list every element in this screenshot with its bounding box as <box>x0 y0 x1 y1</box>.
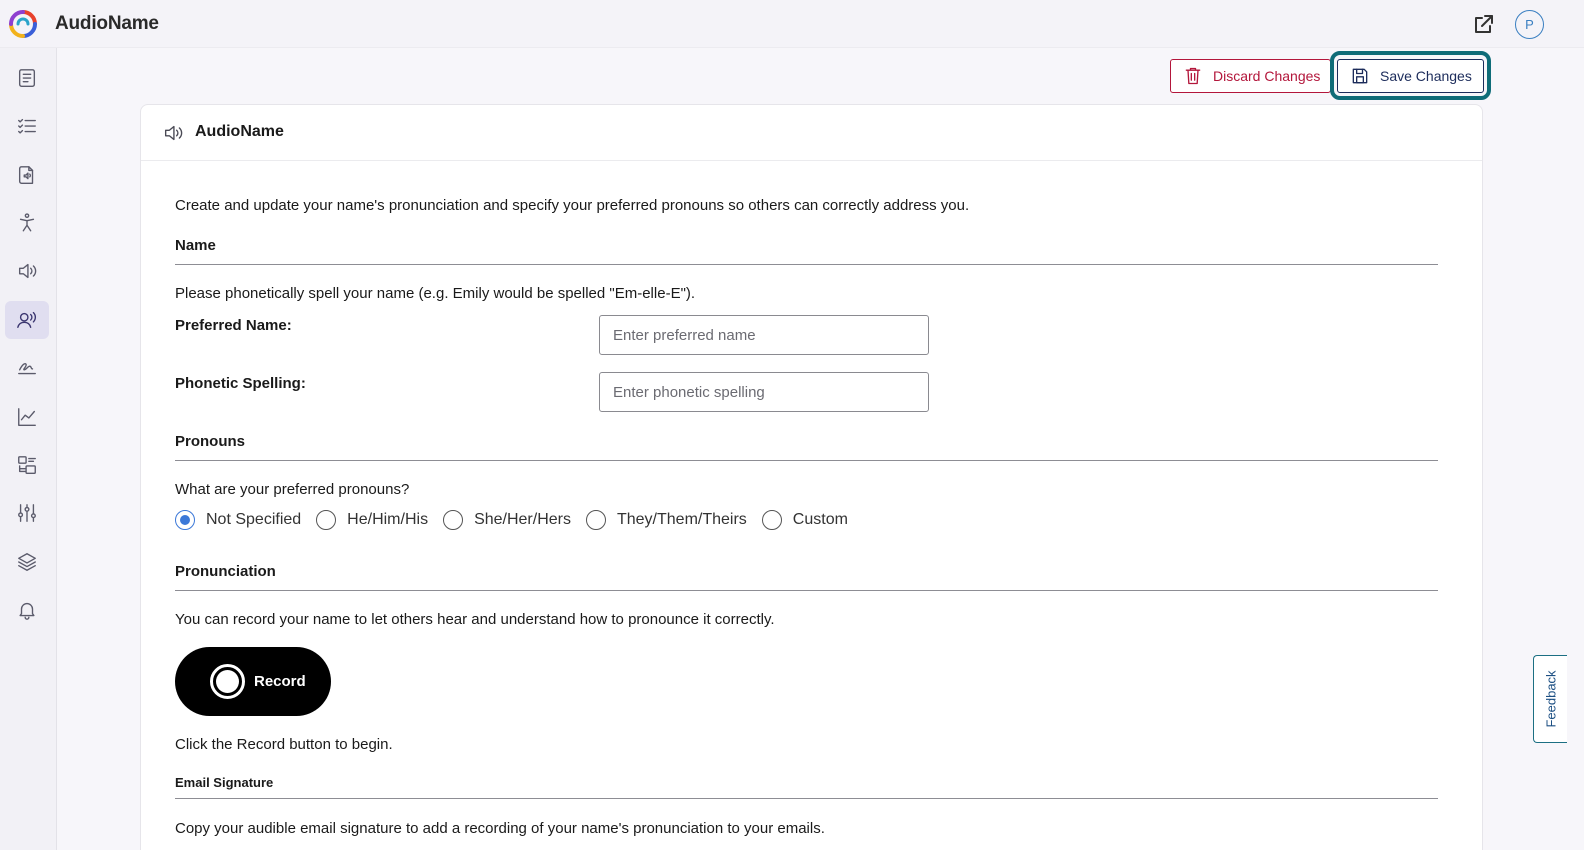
radio-indicator <box>443 510 464 530</box>
sidebar-item-documents[interactable] <box>5 59 49 97</box>
save-icon <box>1352 68 1368 84</box>
radio-label: They/Them/Theirs <box>616 511 747 528</box>
card-header: AudioName <box>141 105 1482 161</box>
top-bar: AudioName P <box>0 0 1584 48</box>
external-link-icon[interactable] <box>1472 12 1496 36</box>
sidebar <box>0 48 57 850</box>
name-instructions: Please phonetically spell your name (e.g… <box>175 285 696 302</box>
settings-list-icon <box>18 456 36 474</box>
radio-label: She/Her/Hers <box>474 511 571 528</box>
divider <box>175 590 1438 591</box>
record-icon <box>210 664 245 699</box>
app-logo-icon[interactable] <box>6 9 40 39</box>
radio-label: Not Specified <box>206 511 302 528</box>
trash-icon <box>1185 67 1201 85</box>
pronunciation-section-title: Pronunciation <box>175 563 276 580</box>
pronouns-section-title: Pronouns <box>175 433 245 450</box>
phonetic-spelling-label: Phonetic Spelling: <box>175 375 306 392</box>
email-signature-section-title: Email Signature <box>175 775 274 790</box>
sidebar-item-signature[interactable] <box>5 349 49 387</box>
save-label: Save Changes <box>1380 68 1472 84</box>
app-title: AudioName <box>55 13 159 34</box>
radio-indicator <box>316 510 337 530</box>
sidebar-item-audioname[interactable] <box>5 301 49 339</box>
pronouns-question: What are your preferred pronouns? <box>175 481 410 498</box>
radio-they-them-theirs[interactable]: They/Them/Theirs <box>585 510 747 530</box>
signature-icon <box>18 362 36 375</box>
radio-indicator <box>585 510 606 530</box>
audioname-card: AudioName Create and update your name's … <box>140 104 1483 850</box>
sidebar-item-speaker[interactable] <box>5 252 49 290</box>
sidebar-item-layers[interactable] <box>5 543 49 581</box>
sidebar-item-accessibility[interactable] <box>5 204 49 242</box>
card-title: AudioName <box>195 123 284 140</box>
checklist-icon <box>18 118 36 134</box>
sidebar-item-checklist[interactable] <box>5 107 49 145</box>
radio-label: He/Him/His <box>347 511 429 528</box>
preferred-name-label: Preferred Name: <box>175 317 292 334</box>
pronouns-radio-group: Not Specified He/Him/His She/Her/Hers Th… <box>175 510 863 530</box>
speaking-person-icon <box>17 311 36 329</box>
sidebar-item-analytics[interactable] <box>5 398 49 436</box>
sidebar-item-notifications[interactable] <box>5 591 49 629</box>
preferred-name-input[interactable] <box>599 315 929 355</box>
user-avatar[interactable]: P <box>1515 10 1544 39</box>
discard-label: Discard Changes <box>1213 68 1321 84</box>
radio-label: Custom <box>792 511 848 528</box>
record-button[interactable]: Record <box>175 647 331 716</box>
record-hint: Click the Record button to begin. <box>175 736 393 753</box>
discard-changes-button[interactable]: Discard Changes <box>1170 59 1331 93</box>
divider <box>175 264 1438 265</box>
accessibility-icon <box>19 213 35 232</box>
pronunciation-description: You can record your name to let others h… <box>175 611 775 628</box>
speaker-icon <box>18 263 37 279</box>
sidebar-item-audio-file[interactable] <box>5 156 49 194</box>
intro-text: Create and update your name's pronunciat… <box>175 197 970 214</box>
feedback-tab[interactable]: Feedback <box>1533 655 1567 743</box>
save-changes-button[interactable]: Save Changes <box>1337 59 1484 93</box>
divider <box>175 798 1438 799</box>
bell-icon <box>19 602 35 620</box>
analytics-chart-icon <box>18 408 36 426</box>
radio-custom[interactable]: Custom <box>761 510 848 530</box>
divider <box>175 460 1438 461</box>
sidebar-item-settings-list[interactable] <box>5 446 49 484</box>
radio-she-her-hers[interactable]: She/Her/Hers <box>443 510 571 530</box>
speaker-icon <box>164 125 183 141</box>
feedback-label: Feedback <box>1543 670 1558 728</box>
phonetic-spelling-input[interactable] <box>599 372 929 412</box>
email-signature-description: Copy your audible email signature to add… <box>175 820 825 837</box>
sidebar-item-sliders[interactable] <box>5 494 49 532</box>
radio-not-specified[interactable]: Not Specified <box>175 510 301 530</box>
radio-selected-indicator <box>175 510 195 530</box>
document-icon <box>18 69 36 87</box>
name-section-title: Name <box>175 237 216 254</box>
layers-icon <box>18 553 36 571</box>
record-label: Record <box>254 673 306 690</box>
audio-file-icon <box>18 166 34 184</box>
radio-indicator <box>761 510 782 530</box>
sliders-icon <box>18 504 36 522</box>
radio-he-him-his[interactable]: He/Him/His <box>316 510 428 530</box>
